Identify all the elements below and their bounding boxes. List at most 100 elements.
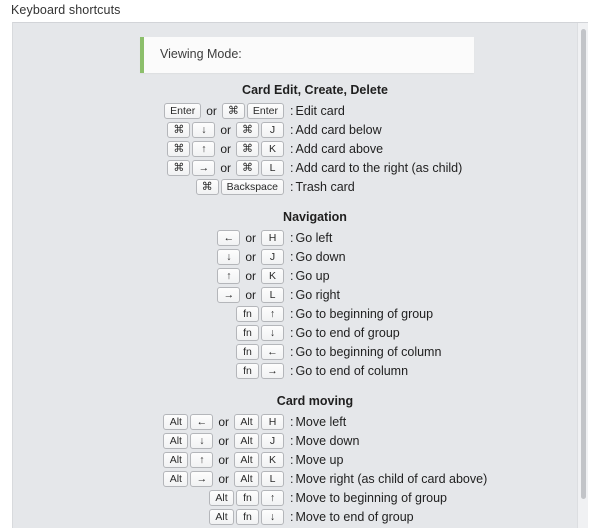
viewing-mode-callout: Viewing Mode: bbox=[140, 37, 474, 73]
shortcut-description: : Go to end of column bbox=[285, 364, 588, 378]
key-cap: ↓ bbox=[261, 508, 284, 525]
shortcut-row: fn →: Go to end of column bbox=[13, 361, 588, 380]
shortcut-row: ← or H: Go left bbox=[13, 228, 588, 247]
shortcut-section: Card Edit, Create, Delete Enter or ⌘ Enter: E… bbox=[13, 83, 588, 196]
key-cap: K bbox=[261, 140, 284, 157]
shortcut-key-combo: fn ↑ bbox=[13, 305, 285, 322]
shortcut-description: : Go to end of group bbox=[285, 326, 588, 340]
key-cap: → bbox=[190, 470, 214, 487]
shortcut-description: : Go up bbox=[285, 269, 588, 283]
combo-separator: or bbox=[245, 230, 256, 245]
key-cap: ↓ bbox=[192, 121, 216, 138]
description-text: Add card above bbox=[295, 141, 384, 156]
key-cap: Alt bbox=[209, 508, 234, 525]
combo-separator: or bbox=[220, 122, 231, 137]
shortcut-description: : Go right bbox=[285, 288, 588, 302]
description-text: Go to beginning of group bbox=[295, 306, 434, 321]
shortcut-key-combo: ↑ or K bbox=[13, 267, 285, 284]
key-cap: ← bbox=[261, 343, 284, 360]
description-text: Move down bbox=[295, 433, 360, 448]
description-text: Go down bbox=[295, 249, 346, 264]
shortcut-description: : Move right (as child of card above) bbox=[285, 472, 588, 486]
key-cap: ⌘ bbox=[236, 159, 259, 176]
key-cap: ↑ bbox=[261, 305, 284, 322]
key-cap: fn bbox=[236, 324, 259, 341]
shortcut-key-combo: Enter or ⌘ Enter bbox=[13, 102, 285, 119]
shortcut-row: Alt fn ↓: Move to end of group bbox=[13, 507, 588, 526]
description-text: Trash card bbox=[295, 179, 355, 194]
key-cap: Alt bbox=[163, 432, 189, 449]
shortcut-key-combo: ⌘ ↓ or ⌘ J bbox=[13, 121, 285, 138]
shortcuts-panel: Viewing Mode: Card Edit, Create, Delete E… bbox=[12, 22, 588, 528]
combo-separator: or bbox=[218, 471, 229, 486]
scrollbar-thumb[interactable] bbox=[581, 29, 586, 499]
key-cap: ↑ bbox=[217, 267, 241, 284]
key-cap: J bbox=[261, 121, 284, 138]
key-cap: Alt bbox=[234, 470, 259, 487]
description-text: Add card to the right (as child) bbox=[295, 160, 463, 175]
key-cap: ⌘ bbox=[221, 102, 245, 119]
description-text: Go to end of column bbox=[295, 363, 409, 378]
shortcut-description: : Move to end of group bbox=[285, 510, 588, 524]
shortcut-row: Alt ↓ or Alt J: Move down bbox=[13, 431, 588, 450]
description-text: Go left bbox=[295, 230, 333, 245]
section-title: Navigation bbox=[283, 210, 347, 224]
shortcut-description: : Add card to the right (as child) bbox=[285, 161, 588, 175]
shortcut-row: Enter or ⌘ Enter: Edit card bbox=[13, 101, 588, 120]
key-cap: Alt bbox=[163, 413, 189, 430]
combo-separator: or bbox=[218, 433, 229, 448]
shortcut-key-combo: ↓ or J bbox=[13, 248, 285, 265]
shortcut-description: : Go down bbox=[285, 250, 588, 264]
vertical-scrollbar[interactable] bbox=[577, 23, 588, 528]
key-cap: ↓ bbox=[190, 432, 214, 449]
shortcut-key-combo: ← or H bbox=[13, 229, 285, 246]
key-cap: ⌘ bbox=[167, 121, 191, 138]
key-cap: fn bbox=[236, 489, 259, 506]
shortcut-row: → or L: Go right bbox=[13, 285, 588, 304]
shortcut-row: ⌘ ↓ or ⌘ J: Add card below bbox=[13, 120, 588, 139]
shortcut-section: Card moving Alt ← or Alt H: Move left Alt ↓ or Alt… bbox=[13, 394, 588, 526]
shortcut-description: : Add card above bbox=[285, 142, 588, 156]
key-cap: → bbox=[217, 286, 241, 303]
key-cap: → bbox=[261, 362, 284, 379]
key-cap: fn bbox=[236, 343, 259, 360]
shortcut-row: ⌘ Backspace: Trash card bbox=[13, 177, 588, 196]
shortcut-row: ↑ or K: Go up bbox=[13, 266, 588, 285]
key-cap: Alt bbox=[209, 489, 234, 506]
shortcut-key-combo: ⌘ ↑ or ⌘ K bbox=[13, 140, 285, 157]
key-cap: ↓ bbox=[261, 324, 284, 341]
shortcut-row: ↓ or J: Go down bbox=[13, 247, 588, 266]
description-text: Move to end of group bbox=[295, 509, 414, 524]
section-title: Card moving bbox=[276, 394, 354, 408]
key-cap: Enter bbox=[246, 102, 284, 119]
combo-separator: or bbox=[245, 249, 256, 264]
shortcut-key-combo: fn ↓ bbox=[13, 324, 285, 341]
viewing-mode-label: Viewing Mode: bbox=[160, 47, 242, 61]
key-cap: Alt bbox=[234, 432, 259, 449]
shortcut-key-combo: Alt ↑ or Alt K bbox=[13, 451, 285, 468]
combo-separator: or bbox=[218, 452, 229, 467]
description-text: Go right bbox=[295, 287, 340, 302]
description-text: Go to beginning of column bbox=[295, 344, 442, 359]
shortcut-description: : Add card below bbox=[285, 123, 588, 137]
description-text: Add card below bbox=[295, 122, 382, 137]
shortcut-row: fn ↑: Go to beginning of group bbox=[13, 304, 588, 323]
shortcut-key-combo: Alt ↓ or Alt J bbox=[13, 432, 285, 449]
shortcut-row: Alt ← or Alt H: Move left bbox=[13, 412, 588, 431]
shortcut-key-combo: Alt fn ↑ bbox=[13, 489, 285, 506]
description-text: Move right (as child of card above) bbox=[295, 471, 488, 486]
key-cap: ↑ bbox=[261, 489, 284, 506]
key-cap: L bbox=[261, 159, 284, 176]
key-cap: ↑ bbox=[192, 140, 216, 157]
shortcut-sections: Card Edit, Create, Delete Enter or ⌘ Enter: E… bbox=[13, 83, 588, 526]
key-cap: Backspace bbox=[220, 178, 284, 195]
description-text: Move to beginning of group bbox=[295, 490, 447, 505]
shortcut-row: fn ←: Go to beginning of column bbox=[13, 342, 588, 361]
key-cap: fn bbox=[236, 305, 259, 322]
combo-separator: or bbox=[220, 141, 231, 156]
description-text: Go to end of group bbox=[295, 325, 400, 340]
shortcut-key-combo: fn → bbox=[13, 362, 285, 379]
key-cap: H bbox=[261, 413, 284, 430]
key-cap: Enter bbox=[164, 102, 202, 119]
key-cap: K bbox=[261, 451, 284, 468]
